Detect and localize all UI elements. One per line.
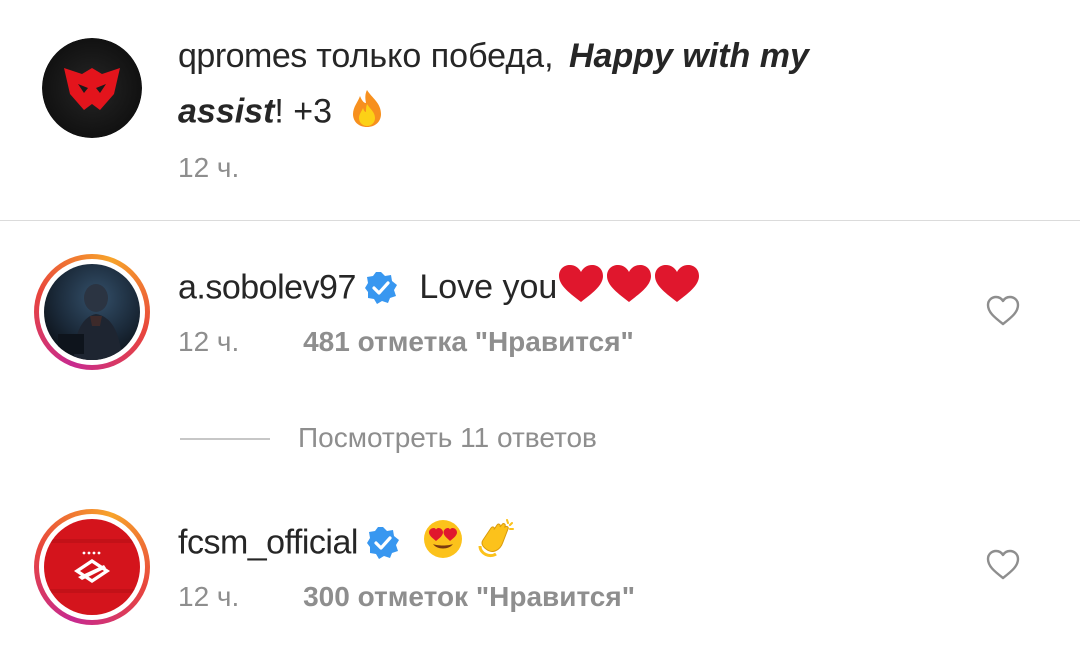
fire-emoji-icon (350, 88, 384, 139)
comment-1-meta: 12 ч. 481 отметка "Нравится" (178, 325, 634, 359)
verified-badge-icon (366, 526, 400, 560)
heart-eyes-emoji-icon (423, 519, 463, 570)
comment-2-meta: 12 ч. 300 отметок "Нравится" (178, 580, 635, 614)
avatar-qpromes[interactable] (42, 38, 142, 138)
red-hearts-emoji-icon (557, 264, 701, 315)
comment-1-text: Love you (419, 268, 558, 307)
view-replies-button[interactable]: Посмотреть 11 ответов (298, 421, 597, 455)
like-comment-1-heart-icon[interactable] (985, 293, 1021, 329)
caption-line-2: assist! +3 (178, 88, 384, 139)
comment-1-line: a.sobolev97 Love you (178, 264, 701, 315)
like-comment-2-heart-icon[interactable] (985, 547, 1021, 583)
avatar-fcsm-official[interactable] (44, 519, 140, 615)
comment-1-time: 12 ч. (178, 326, 240, 357)
caption-tail: ! +3 (274, 92, 333, 131)
caption-text-emphasis: Happy with my (568, 37, 809, 75)
caption-text: только победа, (316, 37, 554, 75)
caption-username[interactable]: qpromes (178, 37, 307, 75)
comment-2-likes[interactable]: 300 отметок "Нравится" (303, 581, 635, 612)
clapping-hands-emoji-icon (477, 518, 517, 571)
comment-2-line: fcsm_official (178, 518, 517, 571)
comment-1-username[interactable]: a.sobolev97 (178, 268, 356, 306)
avatar-a-sobolev97[interactable] (44, 264, 140, 360)
comment-2-time: 12 ч. (178, 581, 240, 612)
caption-line-1: qpromes только победа, Happy with my (178, 34, 809, 78)
caption-text-emphasis-2: assist (178, 92, 275, 131)
caption-time: 12 ч. (178, 152, 240, 183)
comment-2-username[interactable]: fcsm_official (178, 523, 358, 561)
verified-badge-icon (364, 271, 398, 305)
replies-divider-line (180, 438, 270, 440)
divider (0, 220, 1080, 221)
comment-1-likes[interactable]: 481 отметка "Нравится" (303, 326, 634, 357)
